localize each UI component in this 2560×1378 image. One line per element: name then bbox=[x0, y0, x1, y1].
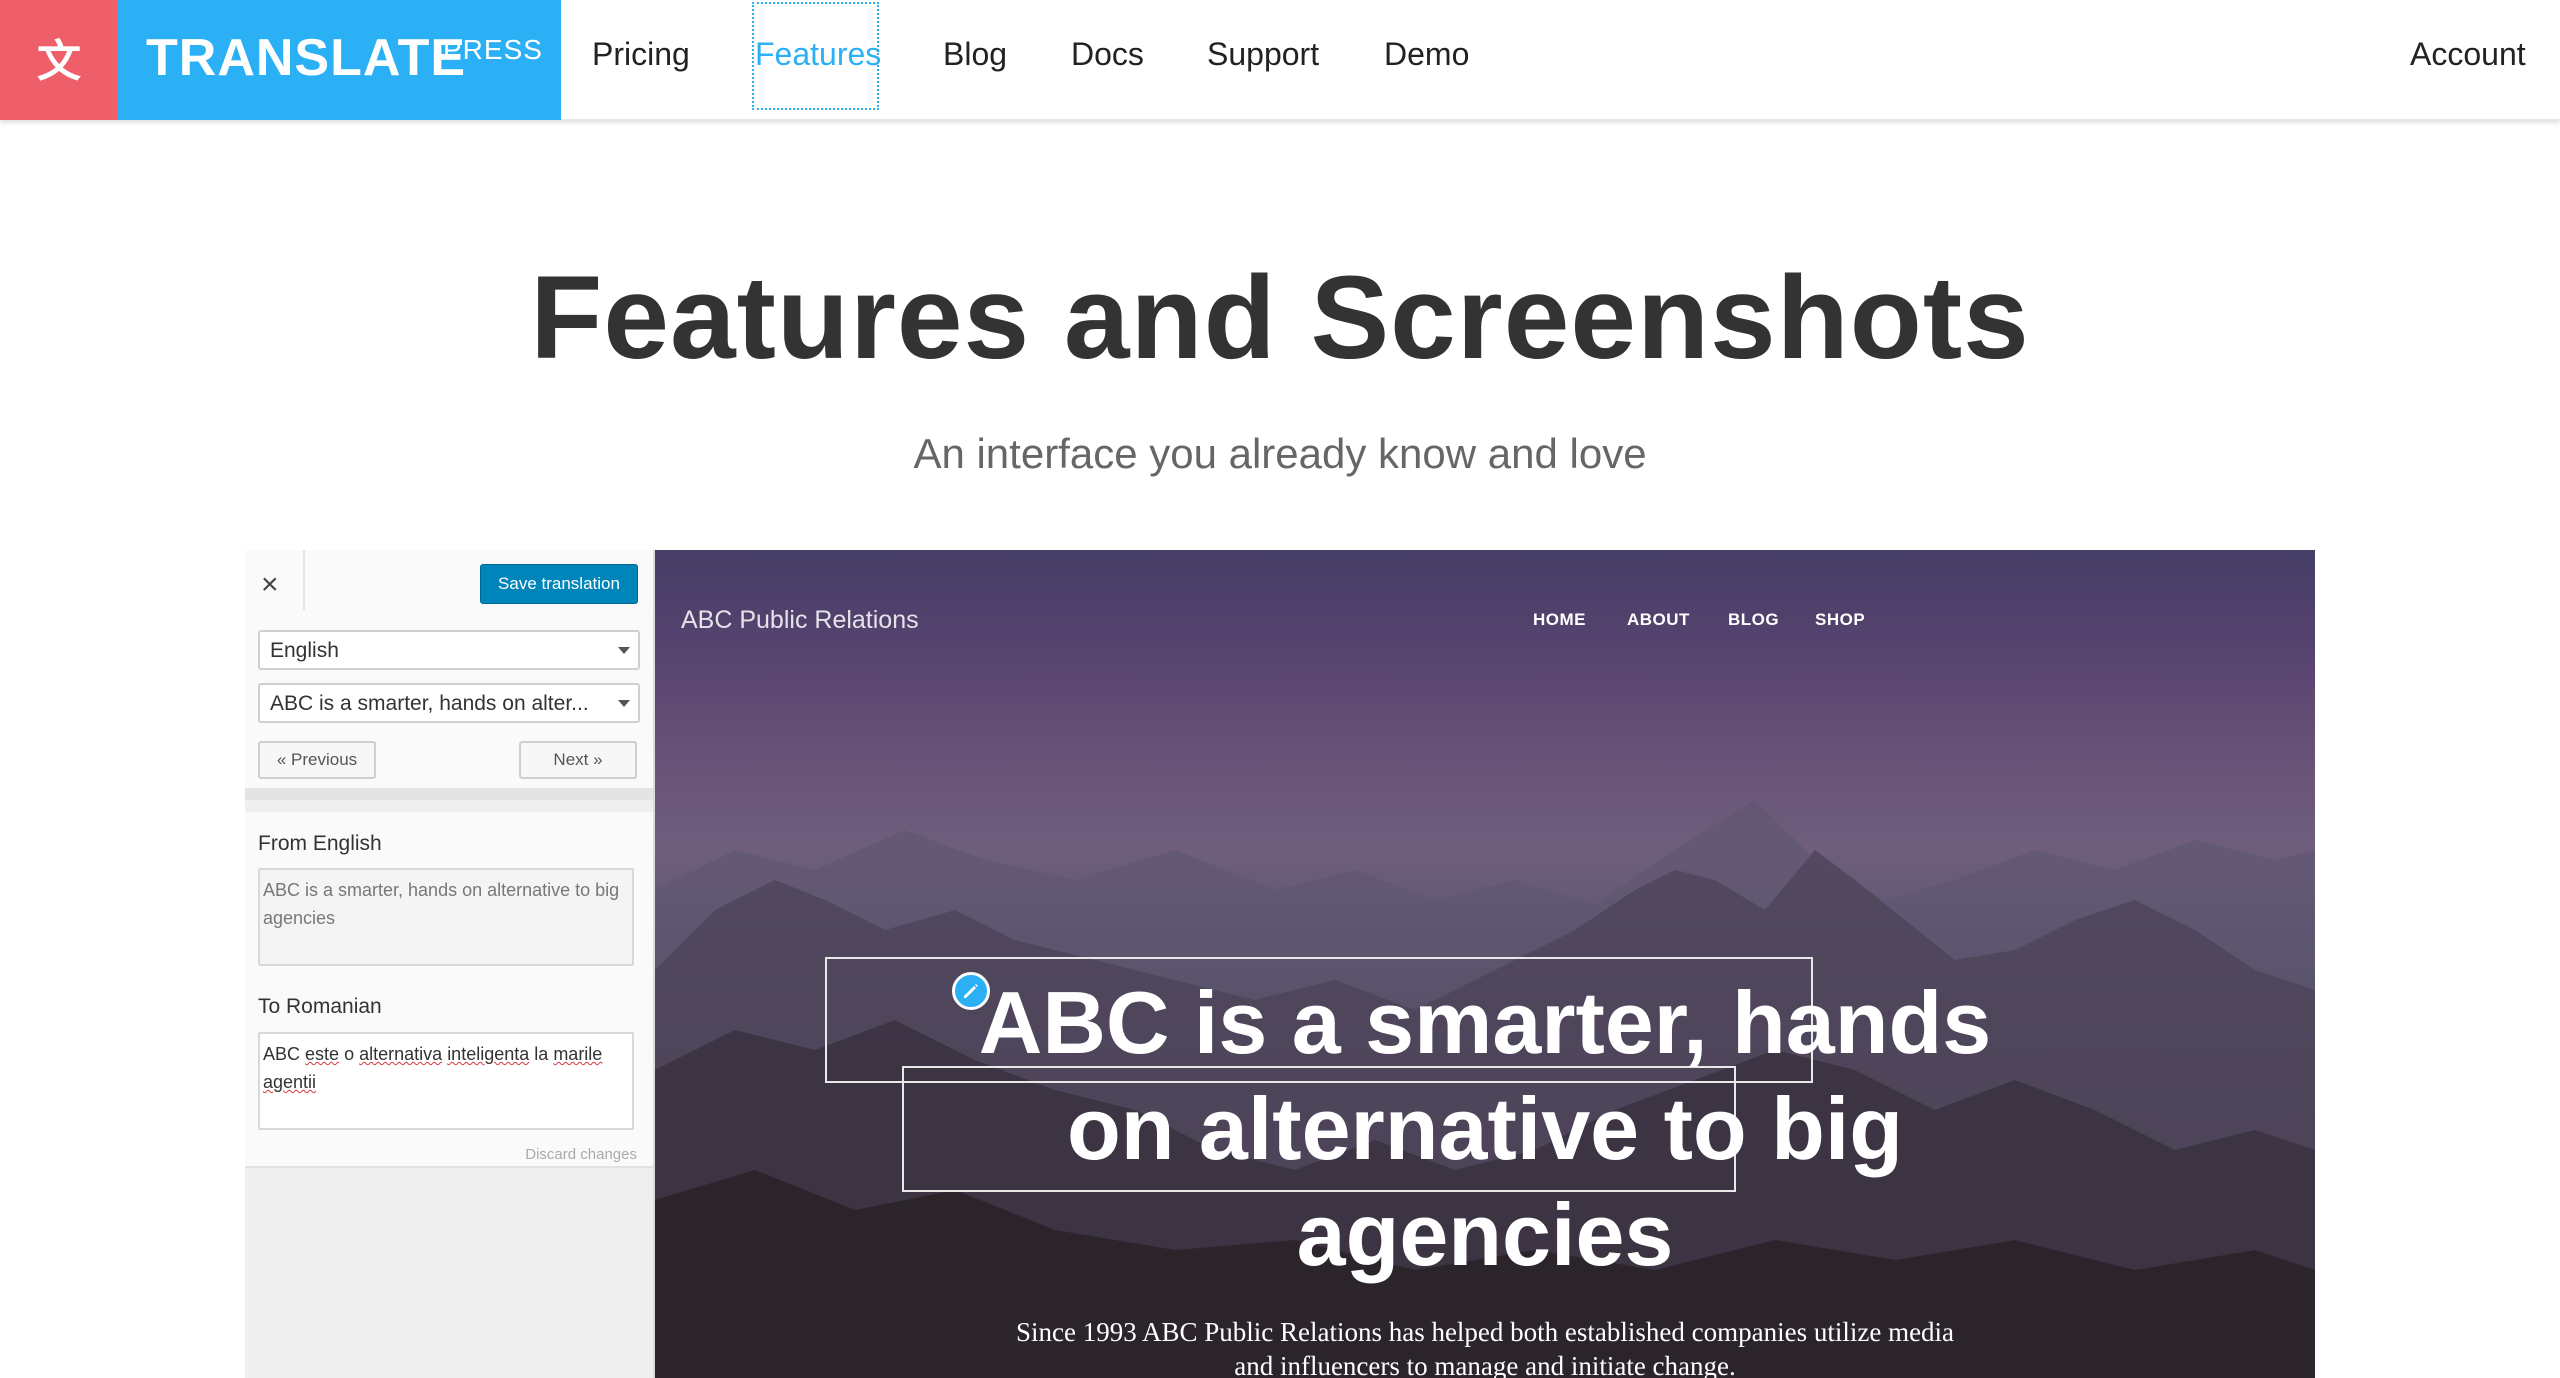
page-subtitle: An interface you already know and love bbox=[913, 430, 1647, 477]
chevron-down-icon bbox=[618, 700, 630, 707]
language-select-value: English bbox=[270, 639, 339, 662]
translation-editor-sidebar: × Save translation English ABC is a smar… bbox=[245, 550, 655, 1378]
nav-features-focus-ring bbox=[752, 2, 879, 110]
nav-support[interactable]: Support bbox=[1207, 36, 1319, 73]
logo-wordmark[interactable]: TRANSLATE PRESS bbox=[118, 0, 561, 120]
headline-line: ABC is a smarter, hands bbox=[978, 973, 1992, 1072]
translation-word: o bbox=[344, 1044, 355, 1064]
discard-changes-link[interactable]: Discard changes bbox=[525, 1146, 637, 1163]
headline-line: agencies bbox=[1296, 1185, 1674, 1284]
top-navbar: 文 TRANSLATE PRESS Pricing Features Blog … bbox=[0, 0, 2560, 120]
svg-text:文: 文 bbox=[37, 36, 81, 86]
preview-headline[interactable]: ABC is a smarter, hands on alternative t… bbox=[915, 970, 2055, 1288]
nav-demo[interactable]: Demo bbox=[1384, 36, 1469, 73]
translation-word: inteligenta bbox=[447, 1044, 530, 1064]
preview-site-brand: ABC Public Relations bbox=[681, 606, 919, 634]
preview-paragraph[interactable]: Since 1993 ABC Public Relations has help… bbox=[915, 1315, 2055, 1378]
nav-account[interactable]: Account bbox=[2410, 36, 2526, 73]
to-language-label: To Romanian bbox=[258, 995, 382, 1018]
translate-glyph-icon: 文 bbox=[37, 36, 81, 86]
translation-word: alternativa bbox=[359, 1044, 443, 1064]
save-translation-button[interactable]: Save translation bbox=[480, 564, 638, 604]
preview-nav-shop[interactable]: SHOP bbox=[1815, 610, 1865, 630]
website-preview: ABC Public Relations HOME ABOUT BLOG SHO… bbox=[655, 550, 2315, 1378]
logo-sup-text: PRESS bbox=[443, 34, 543, 65]
translation-word: la bbox=[534, 1044, 549, 1064]
editor-controls: × Save translation English ABC is a smar… bbox=[245, 550, 653, 800]
paragraph-line: Since 1993 ABC Public Relations has help… bbox=[1015, 1317, 1955, 1347]
paragraph-line: and influencers to manage and initiate c… bbox=[1234, 1351, 1736, 1378]
source-text-field: ABC is a smarter, hands on alternative t… bbox=[258, 868, 634, 966]
translation-fields: From English ABC is a smarter, hands on … bbox=[245, 812, 653, 1168]
translation-text-field[interactable]: ABC este o alternativa inteligenta la ma… bbox=[258, 1032, 634, 1130]
nav-blog[interactable]: Blog bbox=[943, 36, 1007, 73]
string-select-value: ABC is a smarter, hands on alter... bbox=[270, 692, 589, 715]
preview-nav-blog[interactable]: BLOG bbox=[1728, 610, 1779, 630]
from-language-label: From English bbox=[258, 832, 382, 855]
translation-word: ABC bbox=[263, 1044, 301, 1064]
language-select[interactable]: English bbox=[258, 630, 640, 670]
string-select[interactable]: ABC is a smarter, hands on alter... bbox=[258, 683, 640, 723]
preview-nav-home[interactable]: HOME bbox=[1533, 610, 1586, 630]
close-icon[interactable]: × bbox=[261, 568, 279, 602]
divider bbox=[303, 550, 305, 610]
translation-word: marile bbox=[553, 1044, 603, 1064]
previous-button[interactable]: « Previous bbox=[258, 741, 376, 779]
headline-line: on alternative to big bbox=[1066, 1079, 1904, 1178]
nav-docs[interactable]: Docs bbox=[1071, 36, 1144, 73]
logo-main-text: TRANSLATE bbox=[146, 29, 467, 87]
logo-mark[interactable]: 文 bbox=[0, 0, 118, 120]
next-button[interactable]: Next » bbox=[519, 741, 637, 779]
translation-word: este bbox=[305, 1044, 340, 1064]
feature-screenshot: × Save translation English ABC is a smar… bbox=[245, 550, 2315, 1378]
preview-nav-about[interactable]: ABOUT bbox=[1627, 610, 1690, 630]
translation-word: agentii bbox=[263, 1072, 317, 1092]
chevron-down-icon bbox=[618, 647, 630, 654]
page-title: Features and Screenshots bbox=[530, 252, 2030, 384]
nav-pricing[interactable]: Pricing bbox=[592, 36, 690, 73]
